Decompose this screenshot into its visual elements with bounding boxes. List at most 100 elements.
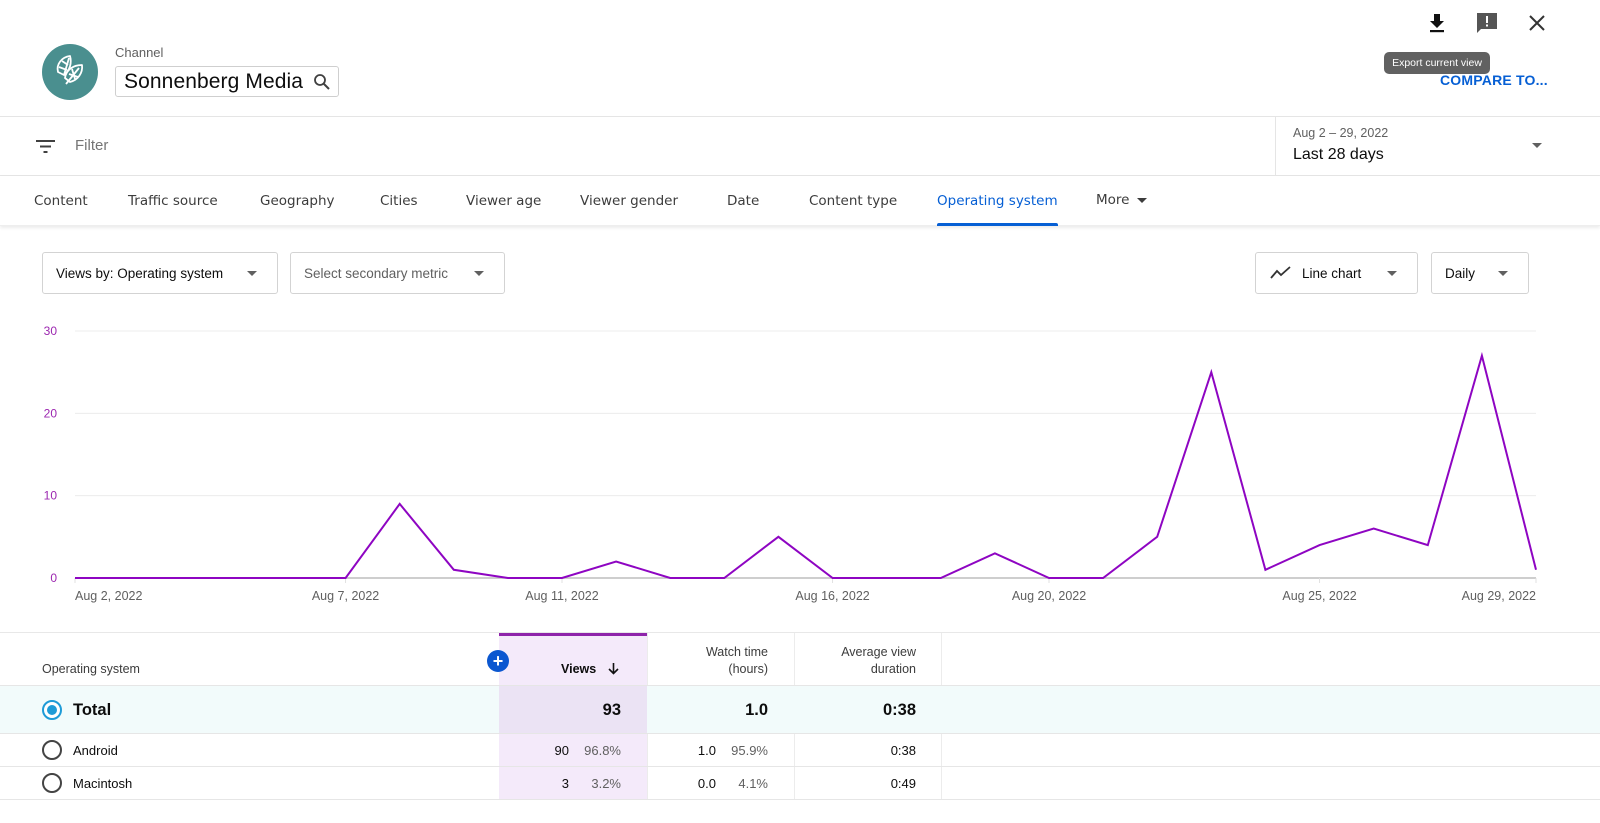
tab-content[interactable]: Content bbox=[34, 176, 88, 226]
tab-viewer-age[interactable]: Viewer age bbox=[466, 176, 541, 226]
header: Channel Sonnenberg Media Export current … bbox=[0, 0, 1600, 117]
y-tick-label: 0 bbox=[50, 571, 57, 585]
filter-bar: Aug 2 – 29, 2022 Last 28 days bbox=[0, 117, 1600, 176]
channel-name: Sonnenberg Media bbox=[124, 69, 304, 93]
row-views: 3 bbox=[561, 776, 569, 791]
x-tick-label: Aug 20, 2022 bbox=[1012, 589, 1086, 603]
line-chart-icon bbox=[1270, 266, 1292, 280]
header-line: (hours) bbox=[728, 662, 768, 676]
filter-icon[interactable] bbox=[35, 137, 57, 155]
row-watch-pct: 95.9% bbox=[731, 743, 768, 758]
compare-to-button[interactable]: COMPARE TO... bbox=[1440, 72, 1548, 88]
dimension-tabs: Content Traffic source Geography Cities … bbox=[0, 176, 1600, 226]
views-line-chart: 0 10 20 30 Aug 2, 2022 Aug 7, 2022 Aug 11, 202… bbox=[0, 310, 1600, 620]
x-tick-label: Aug 29, 2022 bbox=[1462, 589, 1536, 603]
tab-label: More bbox=[1096, 192, 1130, 208]
y-tick-label: 10 bbox=[44, 489, 58, 503]
tab-label: Cities bbox=[380, 193, 418, 209]
x-tick-label: Aug 16, 2022 bbox=[795, 589, 869, 603]
table-row[interactable]: Macintosh 3 3.2% 0.0 4.1% 0:49 bbox=[0, 767, 1600, 800]
x-tick-label: Aug 11, 2022 bbox=[525, 589, 598, 603]
chevron-down-icon bbox=[1137, 197, 1148, 203]
row-label: Android bbox=[73, 743, 118, 758]
tab-traffic-source[interactable]: Traffic source bbox=[128, 176, 218, 226]
table-header: Operating system + Views Watch time (hou… bbox=[0, 633, 1600, 685]
granularity-dropdown[interactable]: Daily bbox=[1431, 252, 1529, 294]
tab-label: Viewer age bbox=[466, 193, 542, 209]
date-range-picker[interactable]: Aug 2 – 29, 2022 Last 28 days bbox=[1275, 117, 1600, 175]
column-header-avg-duration[interactable]: Average view duration bbox=[806, 644, 916, 678]
add-metric-button[interactable]: + bbox=[487, 650, 509, 672]
chart-type-dropdown[interactable]: Line chart bbox=[1255, 252, 1418, 294]
table-row-total[interactable]: Total 93 1.0 0:38 bbox=[0, 685, 1600, 734]
chart-svg: 0 10 20 30 Aug 2, 2022 Aug 7, 2022 Aug 11, 202… bbox=[44, 324, 1537, 603]
tab-viewer-gender[interactable]: Viewer gender bbox=[580, 176, 678, 226]
tab-label: Traffic source bbox=[128, 193, 218, 209]
granularity-value: Daily bbox=[1445, 265, 1476, 281]
secondary-metric-dropdown[interactable]: Select secondary metric bbox=[290, 252, 505, 294]
primary-metric-value: Views by: Operating system bbox=[56, 265, 224, 281]
primary-metric-dropdown[interactable]: Views by: Operating system bbox=[42, 252, 278, 294]
row-avg-duration: 0:38 bbox=[890, 743, 916, 758]
header-line: Watch time bbox=[705, 645, 768, 659]
tab-label: Date bbox=[727, 193, 760, 209]
channel-label: Channel bbox=[115, 45, 164, 60]
close-icon[interactable] bbox=[1524, 10, 1550, 36]
row-watch-time: 1.0 bbox=[697, 743, 716, 758]
total-watch-time: 1.0 bbox=[745, 701, 768, 719]
total-avg-duration: 0:38 bbox=[882, 701, 916, 719]
row-watch-pct: 4.1% bbox=[738, 776, 768, 791]
tab-date[interactable]: Date bbox=[727, 176, 759, 226]
column-header-watch-time[interactable]: Watch time (hours) bbox=[660, 644, 768, 678]
row-views-pct: 96.8% bbox=[584, 743, 621, 758]
y-tick-label: 20 bbox=[44, 406, 58, 420]
row-label: Macintosh bbox=[73, 776, 133, 791]
tab-label: Content type bbox=[809, 193, 898, 209]
tab-more[interactable]: More bbox=[1096, 175, 1148, 225]
column-header-views[interactable]: Views bbox=[561, 661, 619, 680]
secondary-metric-placeholder: Select secondary metric bbox=[304, 265, 449, 281]
download-icon[interactable] bbox=[1424, 10, 1450, 36]
chevron-down-icon bbox=[1387, 271, 1397, 276]
series-line-views bbox=[75, 351, 1537, 579]
chevron-down-icon bbox=[1532, 143, 1542, 148]
row-radio-selected[interactable] bbox=[42, 700, 62, 720]
date-range-label: Last 28 days bbox=[1293, 146, 1384, 163]
data-table: Operating system + Views Watch time (hou… bbox=[0, 632, 1600, 802]
channel-avatar bbox=[42, 44, 98, 100]
filter-input[interactable] bbox=[75, 137, 1225, 154]
x-tick-label: Aug 2, 2022 bbox=[75, 589, 142, 603]
arrow-down-icon bbox=[608, 662, 619, 680]
row-views: 90 bbox=[554, 743, 569, 758]
row-radio[interactable] bbox=[42, 773, 62, 793]
tab-content-type[interactable]: Content type bbox=[809, 176, 897, 226]
tab-operating-system[interactable]: Operating system bbox=[937, 176, 1058, 226]
y-tick-label: 30 bbox=[44, 324, 58, 338]
chevron-down-icon bbox=[474, 271, 484, 276]
search-icon[interactable] bbox=[313, 73, 331, 91]
tab-label: Operating system bbox=[937, 193, 1058, 209]
x-tick-label: Aug 7, 2022 bbox=[312, 589, 379, 603]
chevron-down-icon bbox=[1498, 271, 1508, 276]
x-tick-label: Aug 25, 2022 bbox=[1282, 589, 1356, 603]
tab-geography[interactable]: Geography bbox=[260, 176, 335, 226]
header-line: Average view bbox=[841, 645, 916, 659]
row-radio[interactable] bbox=[42, 740, 62, 760]
date-range-text: Aug 2 – 29, 2022 bbox=[1293, 126, 1389, 140]
tab-cities[interactable]: Cities bbox=[380, 176, 418, 226]
row-avg-duration: 0:49 bbox=[890, 776, 916, 791]
chevron-down-icon bbox=[247, 271, 257, 276]
tab-label: Viewer gender bbox=[580, 193, 679, 209]
row-label: Total bbox=[73, 701, 112, 719]
total-views: 93 bbox=[602, 701, 621, 719]
tab-label: Content bbox=[34, 193, 88, 209]
tab-label: Geography bbox=[260, 193, 335, 209]
table-row[interactable]: Android 90 96.8% 1.0 95.9% 0:38 bbox=[0, 734, 1600, 767]
feedback-icon[interactable] bbox=[1474, 10, 1500, 36]
column-header-operating-system[interactable]: Operating system bbox=[42, 661, 140, 678]
channel-selector[interactable]: Sonnenberg Media bbox=[115, 66, 339, 97]
header-line: duration bbox=[870, 662, 916, 676]
views-header-label: Views bbox=[561, 662, 597, 676]
row-views-pct: 3.2% bbox=[591, 776, 621, 791]
export-tooltip: Export current view bbox=[1384, 52, 1490, 74]
